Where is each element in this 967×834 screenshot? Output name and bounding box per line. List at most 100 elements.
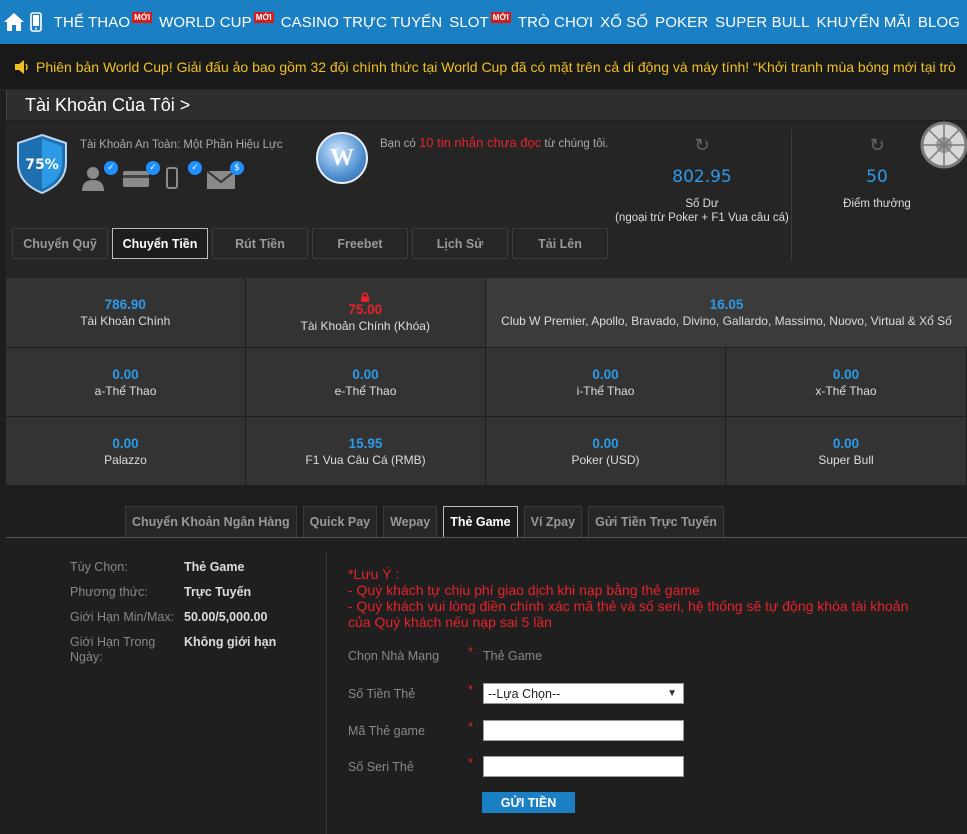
note-line: - Quý khách tự chịu phí giao dịch khi nạ… bbox=[348, 582, 700, 598]
messages-suffix: từ chúng tôi. bbox=[544, 138, 609, 150]
method-tab-0[interactable]: Chuyển Khoản Ngân Hàng bbox=[125, 506, 297, 537]
nav-item[interactable]: WORLD CUP MỚI bbox=[159, 11, 274, 31]
security-percent: 75% bbox=[25, 157, 59, 173]
wallet-amount: 0.00 bbox=[352, 366, 379, 382]
card-code-input[interactable] bbox=[483, 720, 684, 741]
nav-item[interactable]: SUPER BULL bbox=[715, 14, 809, 31]
wallet-main-row: 786.90 Tài Khoản Chính 75.00 Tài Khoản Chín… bbox=[6, 278, 967, 347]
wallet-cell: 16.05 Club W Premier, Apollo, Bravado, Di… bbox=[486, 278, 967, 347]
user-verify-icon[interactable]: ✓ bbox=[80, 161, 118, 193]
nav-item[interactable]: CASINO TRỰC TUYẾN bbox=[281, 14, 442, 31]
method-info: Tùy Chọn: Thẻ Game Phương thức: Trực Tuyến G… bbox=[70, 560, 320, 675]
method-tab-5[interactable]: Gửi Tiền Trực Tuyến bbox=[588, 506, 724, 537]
announcement-bar: Phiên bản World Cup! Giải đấu ảo bao gồm… bbox=[0, 44, 967, 90]
nav-item[interactable]: SLOT MỚI bbox=[449, 11, 511, 31]
amount-select[interactable]: --Lựa Chọn-- ▼ bbox=[483, 683, 684, 704]
shield-icon: 75% bbox=[17, 133, 67, 195]
info-row: Giới Hạn Trong Ngày: Không giới hạn bbox=[70, 635, 320, 665]
wallet-amount: 0.00 bbox=[112, 435, 139, 451]
new-badge: MỚI bbox=[253, 11, 274, 23]
nav-item[interactable]: BLOG bbox=[918, 14, 960, 31]
wallet-amount: 0.00 bbox=[832, 366, 860, 382]
wallet-name: i-Thể Thao bbox=[576, 383, 635, 398]
tab-4[interactable]: Lịch Sử bbox=[412, 228, 508, 259]
submit-deposit-button[interactable]: GỬI TIỀN bbox=[482, 792, 575, 813]
refresh-icon[interactable]: ↻ bbox=[613, 135, 791, 156]
nav-menu: THỂ THAO MỚI WORLD CUP MỚI CASINO TRỰC TUYẾN… bbox=[54, 0, 967, 44]
wallet-amount: 0.00 bbox=[592, 435, 619, 451]
phone-verify-icon[interactable]: ✓ bbox=[164, 161, 202, 193]
wallet-name: Tài Khoản Chính bbox=[80, 314, 171, 328]
check-icon: ✓ bbox=[146, 161, 160, 175]
info-row: Tùy Chọn: Thẻ Game bbox=[70, 560, 320, 575]
info-row: Phương thức: Trực Tuyến bbox=[70, 585, 320, 600]
deposit-note: *Lưu Ý : - Quý khách tự chịu phí giao dị… bbox=[348, 566, 928, 630]
nav-item-label: POKER bbox=[655, 13, 709, 31]
email-verify-icon[interactable]: $ bbox=[206, 161, 244, 193]
balance-label: Số Dư (ngoại trừ Poker + F1 Vua câu cá) bbox=[615, 198, 789, 224]
serial-label: Số Seri Thẻ bbox=[348, 759, 414, 774]
points-label: Điểm thưởng bbox=[843, 198, 911, 210]
info-value: Không giới hạn bbox=[184, 635, 277, 649]
wallet-amount: 16.05 bbox=[709, 297, 744, 312]
points-value: 50 bbox=[866, 167, 888, 187]
serial-input[interactable] bbox=[483, 756, 684, 777]
w-logo-icon: W bbox=[316, 132, 368, 184]
balance-value: 802.95 bbox=[672, 167, 732, 187]
nav-item-label: XỔ SỐ bbox=[600, 13, 649, 31]
wallet-amount: 0.00 bbox=[112, 366, 139, 382]
method-tab-1[interactable]: Quick Pay bbox=[302, 506, 378, 537]
nav-item[interactable]: POKER bbox=[655, 14, 708, 31]
lucky-wheel-icon[interactable] bbox=[920, 121, 967, 169]
unread-messages-link[interactable]: 10 tin nhắn chưa đọc bbox=[419, 135, 541, 150]
info-key: Giới Hạn Trong Ngày: bbox=[70, 635, 156, 664]
nav-item-label: CASINO TRỰC TUYẾN bbox=[280, 13, 443, 31]
info-key: Phương thức: bbox=[70, 585, 148, 599]
tab-0[interactable]: Chuyển Quỹ bbox=[12, 228, 108, 259]
nav-item-label: WORLD CUP bbox=[159, 13, 252, 31]
nav-item-label: THỂ THAO bbox=[53, 13, 131, 31]
nav-item-label: KHUYẾN MÃI bbox=[816, 13, 911, 31]
home-icon[interactable] bbox=[0, 0, 28, 44]
nav-item[interactable]: XỔ SỐ bbox=[600, 14, 648, 31]
wallet-name: Club W Premier, Apollo, Bravado, Divino,… bbox=[501, 314, 952, 328]
wallet-cell: 0.00 a-Thể Thao bbox=[6, 348, 245, 416]
wallet-cell: 0.00 i-Thể Thao bbox=[486, 348, 725, 416]
tab-2[interactable]: Rút Tiền bbox=[212, 228, 308, 259]
wallet-cell: 786.90 Tài Khoản Chính bbox=[6, 278, 245, 347]
method-tab-2[interactable]: Wepay bbox=[383, 506, 438, 537]
divider bbox=[326, 551, 327, 834]
method-tab-4[interactable]: Ví Zpay bbox=[523, 506, 583, 537]
security-icons: ✓ ✓ ✓ $ bbox=[80, 161, 244, 193]
nav-item[interactable]: KHUYẾN MÃI bbox=[817, 14, 911, 31]
nav-item[interactable]: TRÒ CHƠI bbox=[518, 14, 593, 31]
wallet-name: Poker (USD) bbox=[571, 452, 640, 467]
page-title[interactable]: Tài Khoản Của Tôi > bbox=[25, 95, 190, 116]
account-header: Tài Khoản Của Tôi > bbox=[6, 90, 967, 120]
messages-notice: Bạn có 10 tin nhắn chưa đọc từ chúng tôi… bbox=[380, 135, 610, 152]
card-verify-icon[interactable]: ✓ bbox=[122, 161, 160, 193]
new-badge: MỚI bbox=[132, 11, 153, 23]
new-badge: MỚI bbox=[490, 11, 511, 23]
check-icon: ✓ bbox=[104, 161, 118, 175]
account-summary: 75% Tài Khoản An Toàn: Một Phần Hiệu Lực… bbox=[6, 121, 967, 278]
wallet-amount: 15.95 bbox=[348, 435, 383, 451]
method-tab-3[interactable]: Thẻ Game bbox=[443, 506, 518, 537]
tab-1[interactable]: Chuyển Tiền bbox=[112, 228, 208, 259]
top-nav: THỂ THAO MỚI WORLD CUP MỚI CASINO TRỰC TUYẾN… bbox=[0, 0, 967, 44]
tab-3[interactable]: Freebet bbox=[312, 228, 408, 259]
wallet-grid: 0.00 a-Thể Thao 0.00 e-Thể Thao 0.00 i-Thể Th… bbox=[6, 348, 967, 485]
mobile-icon[interactable] bbox=[28, 0, 43, 44]
required-marker: * bbox=[468, 719, 474, 734]
tab-5[interactable]: Tải Lên bbox=[512, 228, 608, 259]
wallet-name: F1 Vua Câu Cá (RMB) bbox=[305, 452, 426, 467]
serial-row: Số Seri Thẻ * bbox=[348, 755, 684, 777]
wallet-cell: 0.00 Poker (USD) bbox=[486, 417, 725, 485]
nav-item[interactable]: THỂ THAO MỚI bbox=[53, 11, 153, 31]
deposit-method-tabs: Chuyển Khoản Ngân Hàng Quick Pay Wepay Thẻ … bbox=[125, 506, 724, 537]
lock-icon bbox=[361, 292, 370, 302]
wallet-cell: 15.95 F1 Vua Câu Cá (RMB) bbox=[246, 417, 485, 485]
wallet-name: x-Thể Thao bbox=[815, 383, 877, 398]
account-tabs: Chuyển Quỹ Chuyển Tiền Rút Tiền Freebet Lịch… bbox=[12, 228, 608, 259]
info-value: 50.00/5,000.00 bbox=[184, 610, 268, 624]
